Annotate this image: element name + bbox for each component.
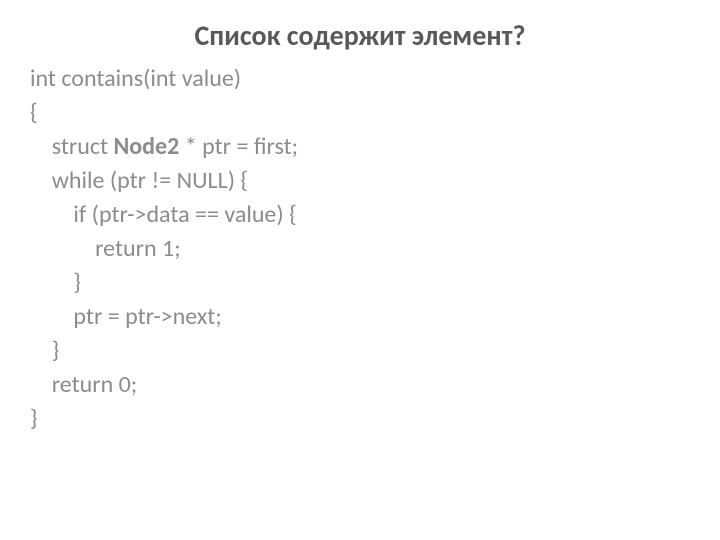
code-line-6: return 1; xyxy=(30,234,181,263)
code-line-2: { xyxy=(30,98,38,127)
code-line-1: int contains(int value) xyxy=(30,64,241,93)
code-line-4: while (ptr != NULL) { xyxy=(30,166,248,195)
code-line-8: ptr = ptr->next; xyxy=(30,302,222,331)
code-line-3c: * ptr = first; xyxy=(179,132,298,161)
code-line-7: } xyxy=(30,268,81,297)
code-line-10: return 0; xyxy=(30,370,137,399)
slide: Список содержит элемент? int contains(in… xyxy=(0,0,720,540)
code-line-3a: struct xyxy=(30,132,113,161)
code-line-11: } xyxy=(30,404,38,433)
code-block: int contains(int value) { struct Node2 *… xyxy=(30,62,298,436)
code-line-5: if (ptr->data == value) { xyxy=(30,200,297,229)
code-line-9: } xyxy=(30,336,59,365)
code-line-3b: Node2 xyxy=(113,132,179,161)
slide-title: Список содержит элемент? xyxy=(0,18,720,53)
